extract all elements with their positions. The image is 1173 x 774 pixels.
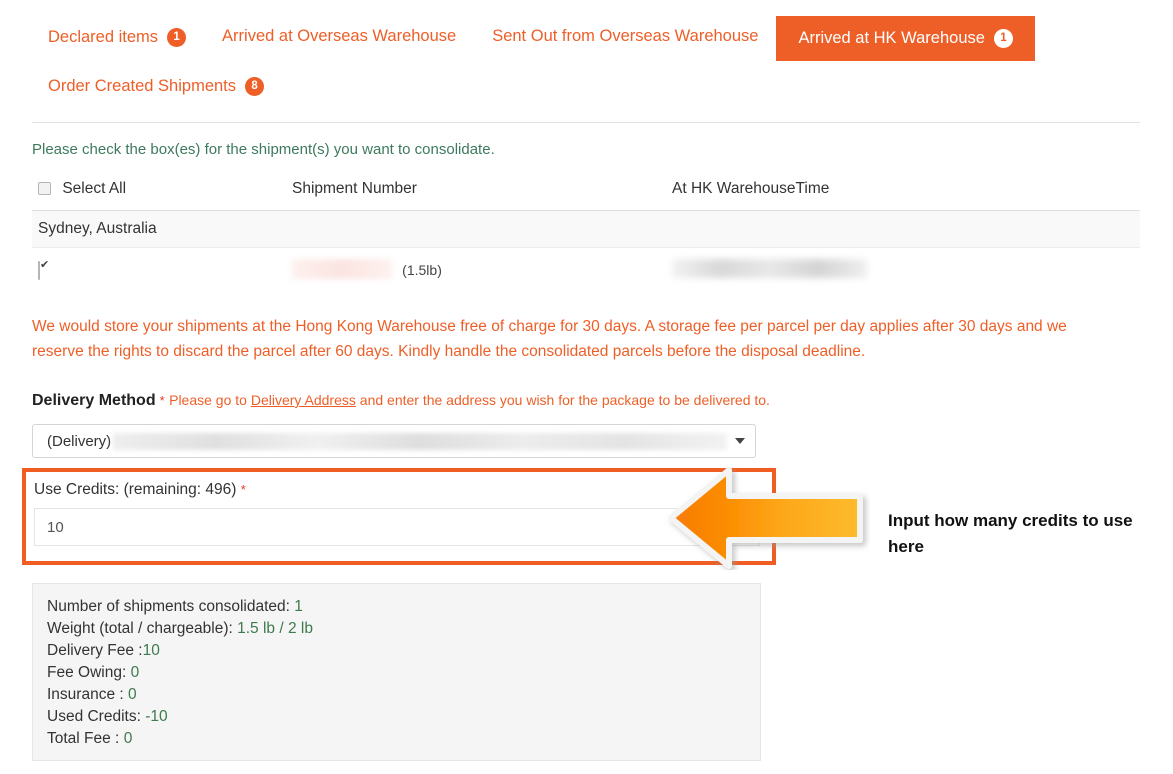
table-row[interactable]: (1.5lb) <box>32 248 1140 291</box>
summary-label: Delivery Fee : <box>47 642 143 659</box>
storage-policy-notice: We would store your shipments at the Hon… <box>32 318 1067 360</box>
summary-value: 10 <box>142 642 160 659</box>
at-hk-warehouse-time-header: At HK WarehouseTime <box>672 180 830 197</box>
summary-value: 1.5 lb / 2 lb <box>237 620 313 637</box>
shipment-number-header: Shipment Number <box>292 180 417 197</box>
tab-label: Declared items <box>48 28 159 47</box>
tab-label: Order Created Shipments <box>48 77 237 96</box>
use-credits-label: Use Credits: (remaining: 496) * <box>34 481 246 499</box>
summary-value: 0 <box>130 664 140 681</box>
summary-label: Used Credits: <box>47 708 141 725</box>
delivery-address-link[interactable]: Delivery Address <box>251 392 356 408</box>
summary-label: Total Fee : <box>47 730 120 747</box>
consolidate-instruction: Please check the box(es) for the shipmen… <box>32 141 495 158</box>
delivery-address-redacted <box>113 432 727 450</box>
origin-group-row: Sydney, Australia <box>32 210 1140 248</box>
consolidation-summary: Number of shipments consolidated: 1 Weig… <box>32 583 761 761</box>
summary-line: Delivery Fee :10 <box>47 640 760 662</box>
shipment-weight: (1.5lb) <box>402 262 442 278</box>
summary-label: Fee Owing: <box>47 664 127 681</box>
delivery-hint-after: and enter the address you wish for the p… <box>359 392 770 408</box>
delivery-hint: Please go to Delivery Address and enter … <box>169 392 770 408</box>
origin-group-label: Sydney, Australia <box>32 210 1140 248</box>
row-select-cell <box>32 248 292 291</box>
delivery-method-label: Delivery Method <box>32 392 156 409</box>
tab-badge: 1 <box>167 28 187 47</box>
tab-label: Arrived at HK Warehouse <box>798 29 985 48</box>
summary-label: Number of shipments consolidated: <box>47 598 290 615</box>
summary-line: Used Credits: -10 <box>47 706 760 728</box>
summary-line: Weight (total / chargeable): 1.5 lb / 2 … <box>47 618 760 640</box>
summary-value: 1 <box>294 598 303 615</box>
shipment-number-cell: (1.5lb) <box>292 248 672 291</box>
arrival-time-cell <box>672 248 1140 291</box>
shipment-status-tabs: Declared items 1 Arrived at Overseas War… <box>0 0 1173 112</box>
tab-label: Arrived at Overseas Warehouse <box>222 27 457 45</box>
tab-badge: 1 <box>993 29 1013 48</box>
summary-label: Weight (total / chargeable): <box>47 620 233 637</box>
delivery-method-selected-value: (Delivery) <box>47 432 112 450</box>
arrival-time-redacted <box>672 259 867 278</box>
delivery-hint-before: Please go to <box>169 392 247 408</box>
tab-sent-out-from-overseas-warehouse[interactable]: Sent Out from Overseas Warehouse <box>474 16 776 57</box>
row-checkbox[interactable] <box>38 260 40 280</box>
tab-label: Sent Out from Overseas Warehouse <box>492 27 759 45</box>
tab-arrived-at-overseas-warehouse[interactable]: Arrived at Overseas Warehouse <box>204 16 474 57</box>
summary-value: 0 <box>123 730 133 747</box>
summary-line: Insurance : 0 <box>47 684 760 706</box>
tab-order-created-shipments[interactable]: Order Created Shipments 8 <box>30 65 282 108</box>
shipments-table: Select All Shipment Number At HK Warehou… <box>32 180 1140 290</box>
delivery-method-block: Delivery Method * Please go to Delivery A… <box>32 386 1141 458</box>
shipment-number-redacted <box>292 259 392 279</box>
summary-line: Fee Owing: 0 <box>47 662 760 684</box>
summary-label: Insurance : <box>47 686 124 703</box>
table-header-row: Select All Shipment Number At HK Warehou… <box>32 180 1140 211</box>
select-all-header: Select All <box>32 180 292 211</box>
select-all-checkbox[interactable] <box>38 182 51 195</box>
summary-line: Number of shipments consolidated: 1 <box>47 596 760 618</box>
tab-badge: 8 <box>245 77 265 96</box>
annotation-text: Input how many credits to use here <box>888 511 1133 556</box>
select-all-label: Select All <box>62 180 127 197</box>
summary-value: -10 <box>145 708 168 725</box>
credits-required-mark: * <box>240 482 246 497</box>
delivery-method-select[interactable]: (Delivery) <box>32 424 756 458</box>
header-divider <box>32 122 1140 123</box>
use-credits-label-text: Use Credits: (remaining: 496) <box>34 481 237 498</box>
summary-line: Total Fee : 0 <box>47 728 760 750</box>
tab-arrived-at-hk-warehouse[interactable]: Arrived at HK Warehouse 1 <box>776 16 1035 61</box>
use-credits-input[interactable]: 10 <box>34 508 760 546</box>
summary-value: 0 <box>128 686 137 703</box>
tab-declared-items[interactable]: Declared items 1 <box>30 16 204 59</box>
delivery-required-mark: * <box>159 393 165 408</box>
chevron-down-icon <box>735 438 745 444</box>
